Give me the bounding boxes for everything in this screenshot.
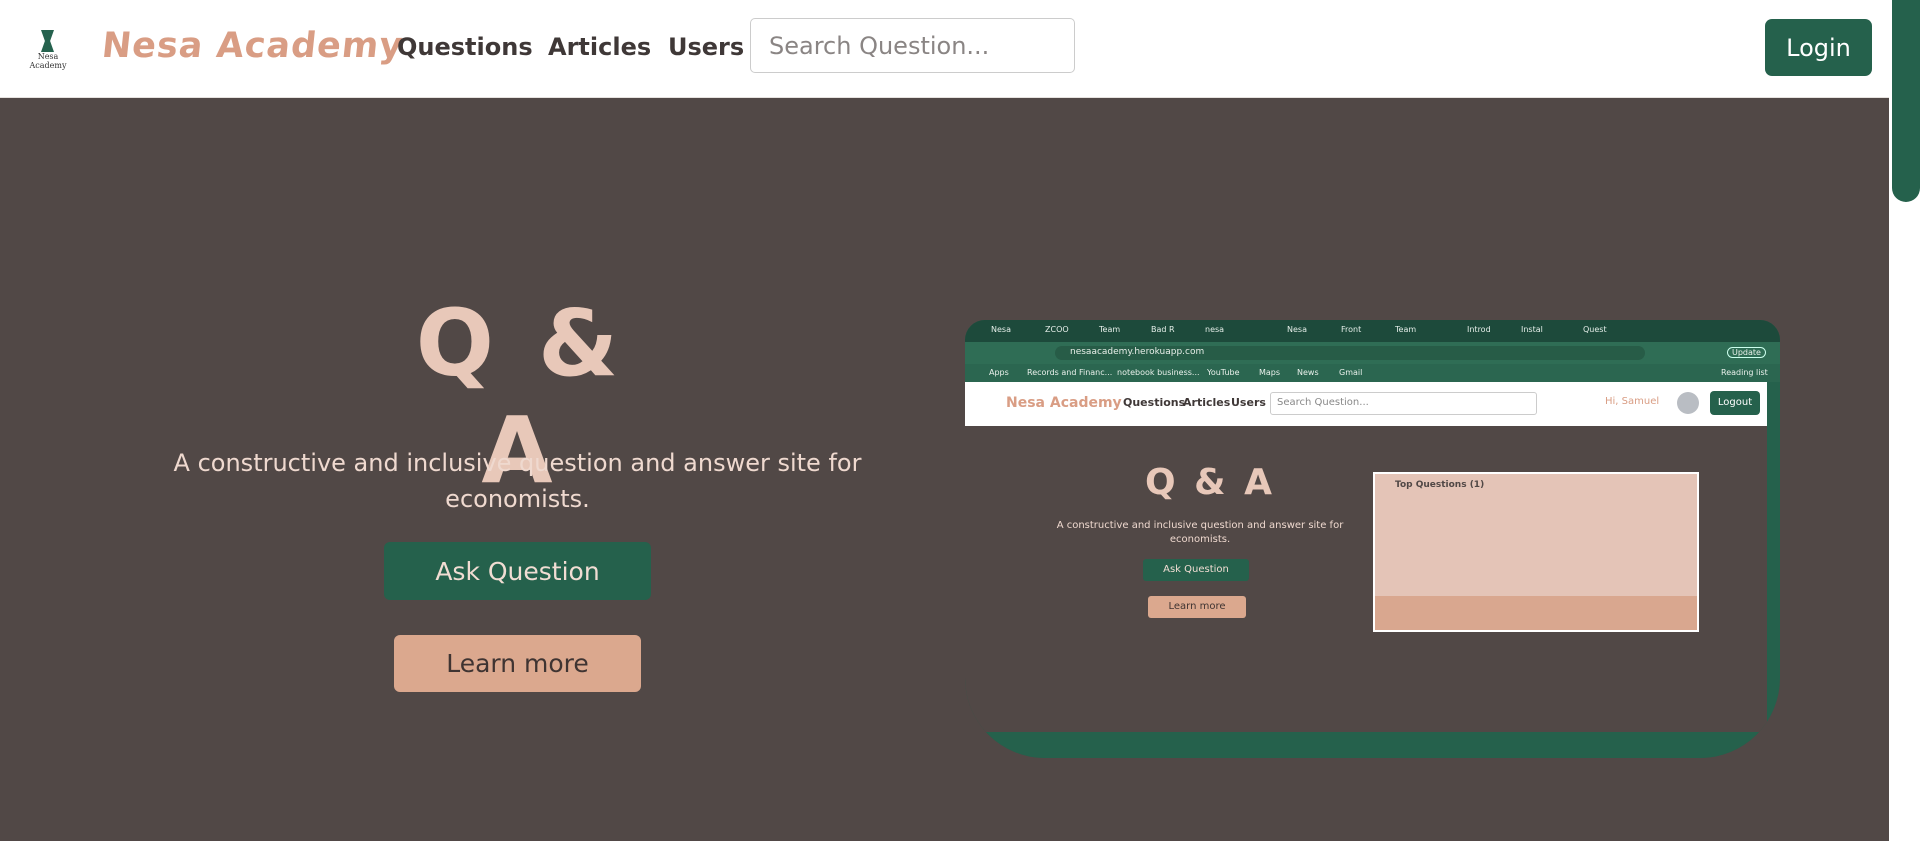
navbar: Nesa Academy Nesa Academy Questions Arti… — [0, 0, 1889, 98]
preview-bookmarks-bar: Apps Records and Financ... notebook busi… — [965, 364, 1780, 382]
preview-bookmark: Apps — [989, 368, 1009, 377]
preview-tab-bar: Nesa ZCOO Team Bad R nesa Nesa Front Tea… — [965, 320, 1780, 342]
preview-user-label: Hi, Samuel — [1605, 396, 1660, 407]
preview-nav-link: Articles — [1183, 396, 1231, 409]
nav-link-questions[interactable]: Questions — [397, 33, 533, 61]
preview-ask-button: Ask Question — [1143, 559, 1249, 581]
preview-brand: Nesa Academy — [1006, 395, 1122, 411]
preview-tab: Bad R — [1151, 325, 1175, 334]
preview-screenshot: Nesa ZCOO Team Bad R nesa Nesa Front Tea… — [965, 320, 1780, 758]
scrollbar-thumb[interactable] — [1892, 0, 1920, 202]
preview-nav-link: Questions — [1123, 396, 1186, 409]
preview-tab: Instal — [1521, 325, 1543, 334]
preview-card-title: Top Questions (1) — [1395, 480, 1485, 490]
preview-tab: Team — [1099, 325, 1121, 334]
preview-bookmark: Reading list — [1721, 368, 1768, 377]
preview-navbar: Nesa Academy Questions Articles Users Se… — [965, 382, 1767, 426]
preview-logout-button: Logout — [1710, 391, 1760, 415]
preview-subtitle: A constructive and inclusive question an… — [1056, 520, 1344, 545]
hero-subtitle: A constructive and inclusive question an… — [173, 449, 862, 513]
preview-bookmark: Maps — [1259, 368, 1281, 377]
preview-bookmark: YouTube — [1207, 368, 1240, 377]
preview-bookmark: notebook business... — [1117, 368, 1200, 377]
nav-link-users[interactable]: Users — [668, 33, 744, 61]
logo-icon[interactable]: Nesa Academy — [20, 30, 76, 70]
brand-name[interactable]: Nesa Academy — [100, 26, 405, 66]
preview-bookmark: News — [1297, 368, 1319, 377]
preview-avatar — [1677, 392, 1699, 414]
preview-nav-link: Users — [1231, 396, 1266, 409]
logo-caption: Nesa Academy — [29, 52, 67, 70]
preview-card-footer — [1375, 596, 1697, 630]
preview-tab: Team — [1395, 325, 1417, 334]
preview-tab: ZCOO — [1045, 325, 1069, 334]
preview-learn-button: Learn more — [1148, 596, 1246, 618]
preview-tab: Quest — [1583, 325, 1607, 334]
preview-search-placeholder: Search Question... — [1277, 397, 1369, 408]
preview-address-bar: nesaacademy.herokuapp.com Update — [965, 342, 1780, 364]
ask-question-button[interactable]: Ask Question — [384, 542, 651, 600]
search-input[interactable] — [750, 18, 1075, 73]
preview-top-questions-card: Top Questions (1) — [1373, 472, 1699, 632]
preview-bottom-band — [965, 732, 1780, 758]
learn-more-button[interactable]: Learn more — [394, 635, 641, 692]
preview-bookmark: Gmail — [1339, 368, 1363, 377]
preview-tab: nesa — [1205, 325, 1225, 334]
preview-tab: Nesa — [991, 325, 1011, 334]
preview-search: Search Question... — [1270, 392, 1537, 415]
preview-url: nesaacademy.herokuapp.com — [1070, 347, 1205, 357]
preview-title: Q & A — [1145, 462, 1275, 503]
preview-bookmark: Records and Financ... — [1027, 368, 1113, 377]
preview-tab: Nesa — [1287, 325, 1307, 334]
nav-link-articles[interactable]: Articles — [548, 33, 651, 61]
preview-page: Nesa Academy Questions Articles Users Se… — [965, 382, 1767, 732]
logo-mark — [41, 30, 54, 52]
preview-tab: Introd — [1467, 325, 1491, 334]
preview-tab: Front — [1341, 325, 1362, 334]
login-button[interactable]: Login — [1765, 19, 1872, 76]
preview-update-button: Update — [1727, 347, 1766, 358]
